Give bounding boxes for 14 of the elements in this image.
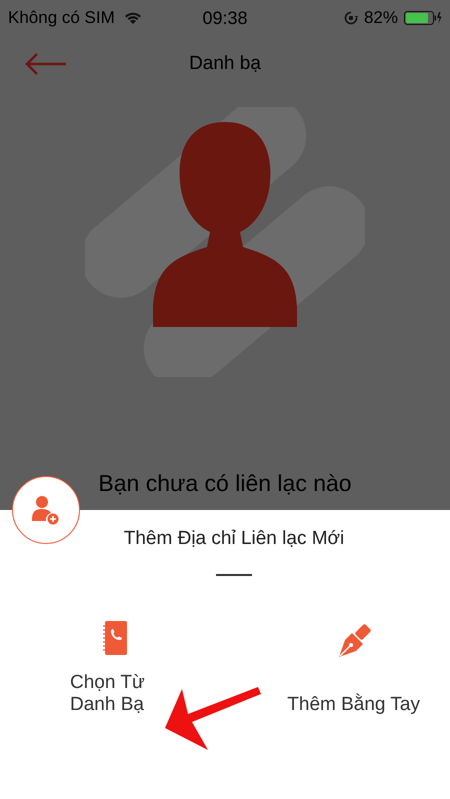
action-button[interactable]: Thêm Bằng Tay <box>287 624 420 716</box>
time-text: 09:38 <box>202 8 248 28</box>
sheet-title: Thêm Địa chỉ Liên lạc Mới <box>124 528 344 550</box>
action-button[interactable]: Chọn Từ Danh Bạ <box>70 620 160 716</box>
add-person-icon <box>31 495 61 525</box>
battery-text: 82% <box>364 8 398 28</box>
address-book-icon <box>103 620 127 656</box>
empty-message: Bạn chưa có liên lạc nào <box>97 470 353 498</box>
carrier-text: Không có SIM <box>8 8 115 28</box>
rotation-lock-icon <box>344 11 358 25</box>
screen-title: Danh bạ <box>189 53 261 75</box>
back-arrow-icon[interactable] <box>24 52 68 76</box>
wifi-icon <box>122 11 143 25</box>
battery-icon <box>404 11 442 25</box>
